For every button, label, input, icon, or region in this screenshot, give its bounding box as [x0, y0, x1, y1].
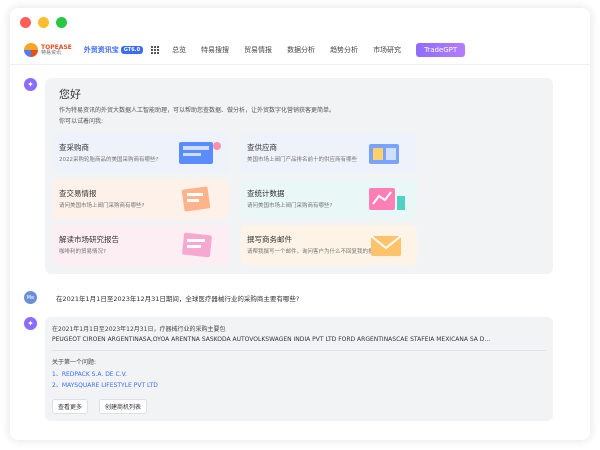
brand-link[interactable]: 外贸资讯宝 GT6.0 — [83, 45, 144, 55]
suppliers-illustration-icon — [369, 144, 399, 164]
tradegpt-button[interactable]: TradeGPT — [416, 43, 466, 57]
version-badge: GT6.0 — [120, 46, 144, 54]
answer-bubble: 在2021年1月1日至2023年12月31日，疗器械行业的采购主要包 PEUGE… — [45, 317, 553, 421]
nav-item-market-research[interactable]: 市场研究 — [373, 45, 401, 55]
nav-item-search[interactable]: 特易搜搜 — [201, 45, 229, 55]
greeting-hint: 你可以试着问我: — [59, 118, 104, 125]
topease-logo[interactable]: TOPEASE 特易资讯 — [24, 43, 72, 57]
related-link-1[interactable]: 1、REDPACK S.A. DE C.V. — [52, 369, 127, 378]
card-title: 查交易情报 — [59, 189, 97, 198]
close-window-button[interactable] — [20, 16, 31, 28]
related-link-2[interactable]: 2、MAYSQUARE LIFESTYLE PVT LTD — [52, 380, 158, 389]
create-opportunity-list-button[interactable]: 创建商机列表 — [99, 399, 148, 414]
nav-item-trend-analysis[interactable]: 趋势分析 — [330, 45, 358, 55]
statistics-illustration-icon — [369, 188, 405, 210]
card-business-email[interactable]: 撰写商务邮件 请帮我撰写一个邮件，询问客户为什么不回复我的报价 — [241, 225, 417, 265]
app-window: TOPEASE 特易资讯 外贸资讯宝 GT6.0 总览 特易搜搜 贸易情报 数据… — [10, 8, 590, 440]
card-trade-intel[interactable]: 查交易情报 请问美国市场上阀门采购商有哪些? — [53, 179, 229, 219]
report-illustration-icon — [182, 232, 212, 258]
card-market-report[interactable]: 解读市场研究报告 咖啡利的贸易情况? — [53, 225, 229, 265]
card-title: 撰写商务邮件 — [247, 235, 292, 244]
divider — [52, 350, 546, 351]
card-title: 查采购商 — [59, 143, 89, 152]
assistant-avatar-icon: ✦ — [24, 78, 37, 91]
user-avatar: Me — [24, 291, 37, 304]
card-find-suppliers[interactable]: 查供应商 美国市场上阀门产品排名前十的供应商有哪些 — [241, 133, 417, 173]
answer-buyer-list: PEUGEOT CIROEN ARGENTINASA,OYOA ARENTNA … — [52, 336, 491, 343]
trade-intel-illustration-icon — [181, 186, 211, 212]
apps-grid-icon[interactable] — [151, 45, 160, 55]
assistant-avatar-icon: ✦ — [24, 317, 37, 330]
nav-item-overview[interactable]: 总览 — [172, 45, 186, 55]
buyers-illustration-icon — [179, 142, 221, 164]
logo-line2: 特易资讯 — [41, 49, 62, 56]
card-find-buyers[interactable]: 查采购商 2022采购轮胎商品的美国采购商有哪些? — [53, 133, 229, 173]
related-title: 关于第一个问题: — [52, 359, 97, 366]
view-more-button[interactable]: 查看更多 — [52, 399, 89, 414]
card-title: 查统计数据 — [247, 189, 285, 198]
user-question: 在2021年1月1日至2023年12月31日期间，全球医疗器械行业的采购商主要有… — [56, 295, 300, 303]
card-subtitle: 请问美国市场上阀门采购商有哪些? — [59, 203, 145, 209]
chat-area: ✦ 您好 作为特易资讯的外贸大数据人工智能助理，可以帮助您查数据、做分析，让外贸… — [10, 65, 590, 440]
card-subtitle: 请问美国市场上阀门采购商有哪些? — [247, 203, 333, 209]
card-subtitle: 2022采购轮胎商品的美国采购商有哪些? — [59, 157, 159, 163]
card-subtitle: 咖啡利的贸易情况? — [59, 249, 106, 255]
top-navbar: TOPEASE 特易资讯 外贸资讯宝 GT6.0 总览 特易搜搜 贸易情报 数据… — [10, 36, 590, 65]
email-illustration-icon — [370, 235, 402, 256]
card-subtitle: 美国市场上阀门产品排名前十的供应商有哪些 — [247, 157, 358, 163]
window-titlebar — [10, 8, 590, 36]
maximize-window-button[interactable] — [56, 16, 67, 28]
greeting-description: 作为特易资讯的外贸大数据人工智能助理，可以帮助您查数据、做分析，让外贸数字化营销… — [59, 107, 336, 114]
answer-heading: 在2021年1月1日至2023年12月31日，疗器械行业的采购主要包 — [52, 326, 226, 333]
card-title: 查供应商 — [247, 143, 277, 152]
nav-item-data-analysis[interactable]: 数据分析 — [287, 45, 315, 55]
card-title: 解读市场研究报告 — [59, 235, 119, 244]
card-subtitle: 请帮我撰写一个邮件，询问客户为什么不回复我的报价 — [247, 249, 380, 255]
brand-label: 外贸资讯宝 — [83, 46, 119, 54]
card-statistics[interactable]: 查统计数据 请问美国市场上阀门采购商有哪些? — [241, 179, 417, 219]
greeting-title: 您好 — [59, 88, 81, 101]
logo-mark-icon — [24, 43, 38, 57]
nav-item-trade-intel[interactable]: 贸易情报 — [244, 45, 272, 55]
minimize-window-button[interactable] — [38, 16, 49, 28]
greeting-bubble: 您好 作为特易资讯的外贸大数据人工智能助理，可以帮助您查数据、做分析，让外贸数字… — [45, 78, 553, 274]
